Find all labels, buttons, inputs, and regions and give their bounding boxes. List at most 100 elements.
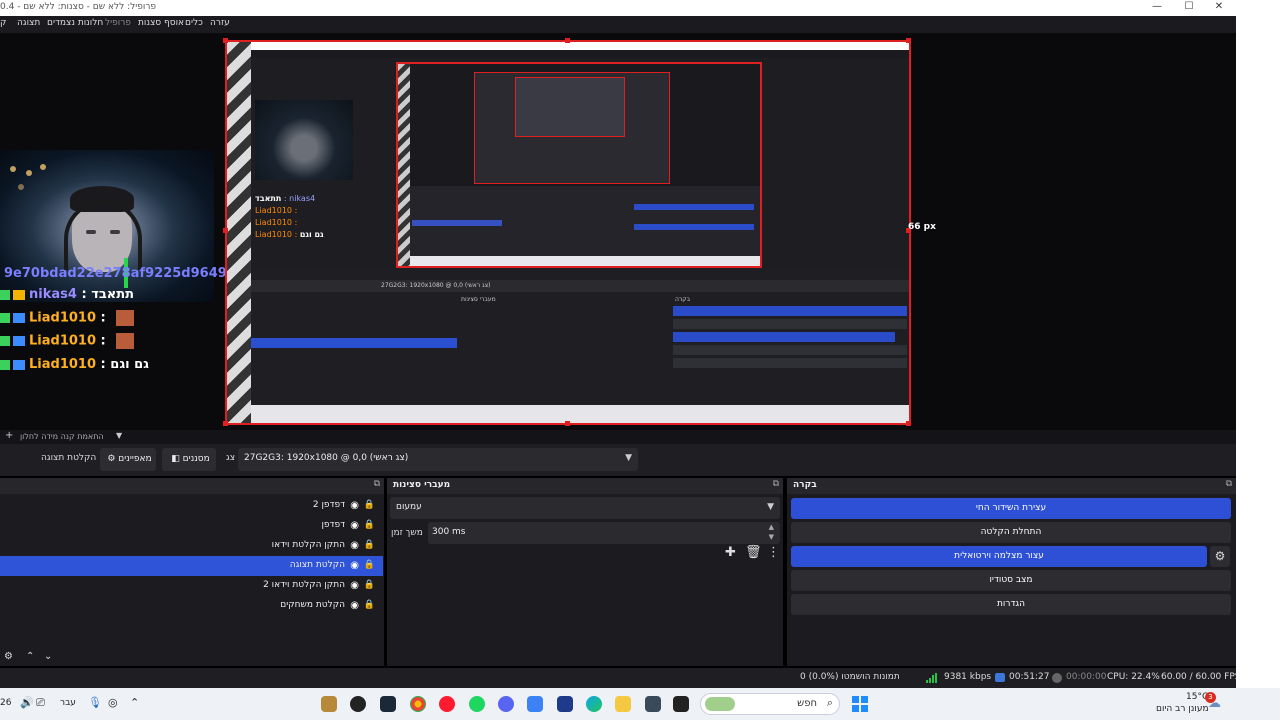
eye-icon[interactable]: ◉ (350, 560, 359, 571)
microphone-icon[interactable]: 🎙 (88, 696, 102, 709)
undock-icon[interactable]: ⧉ (374, 479, 380, 489)
stop-streaming-button[interactable]: עצירת השידור החי (791, 498, 1231, 519)
chat-line: Liad1010 : גם וגם (0, 357, 149, 372)
search-box[interactable]: חפש ⌕ (700, 693, 840, 715)
language-indicator[interactable]: עבר (60, 698, 76, 708)
gold-badge-icon (13, 289, 25, 300)
lock-icon[interactable]: 🔒 (364, 500, 375, 510)
source-row[interactable]: דפדפן 2 ◉ 🔒 (0, 496, 383, 516)
source-row-selected[interactable]: הקלטת תצוגה ◉ 🔒 (0, 556, 383, 576)
menu-profile[interactable]: פרופיל (105, 18, 131, 28)
stop-virtual-camera-button[interactable]: עצור מצלמה וירטואלית (791, 546, 1207, 567)
source-row[interactable]: דפדפן ◉ 🔒 (0, 516, 383, 536)
eye-icon[interactable]: ◉ (350, 600, 359, 611)
resize-handle[interactable] (565, 421, 570, 426)
eye-icon[interactable]: ◉ (350, 580, 359, 591)
app-icon[interactable] (527, 696, 543, 712)
menu-docks[interactable]: חלונות נצמדים (47, 18, 103, 28)
record-icon (1052, 673, 1062, 683)
opera-icon[interactable] (439, 696, 455, 712)
kick-badge-icon (0, 289, 10, 300)
gear-icon: ⚙ (107, 454, 116, 464)
properties-button[interactable]: ⚙ מאפיינים (100, 448, 156, 471)
edge-icon[interactable] (586, 696, 602, 712)
add-transition-icon[interactable]: ✚ (725, 545, 736, 560)
display-capture-source[interactable]: תתאבד : nikas4 Liad1010 : Liad1010 : Lia… (225, 40, 911, 425)
start-recording-button[interactable]: התחלת הקלטה (791, 522, 1231, 543)
chat-line: Liad1010 : (0, 333, 135, 349)
stream-time: 00:51:27 (1009, 672, 1050, 682)
weather-desc[interactable]: מעונן רב היום (1156, 704, 1209, 714)
virtual-camera-settings-icon[interactable]: ⚙ (1210, 546, 1230, 567)
menu-scene-collection[interactable]: אוסף סצנות (138, 18, 184, 28)
volume-icon[interactable]: 🔊 (20, 696, 34, 709)
network-icon[interactable]: ⎚ (36, 696, 45, 710)
resize-handle[interactable] (906, 38, 911, 43)
location-icon[interactable]: ◎ (108, 696, 118, 709)
studio-mode-button[interactable]: מצב סטודיו (791, 570, 1231, 591)
resize-handle[interactable] (906, 421, 911, 426)
menu-tools[interactable]: כלים (185, 18, 203, 28)
transition-type-select[interactable]: עמעום ▼ (390, 497, 780, 519)
undock-icon[interactable]: ⧉ (1226, 479, 1232, 489)
chevron-up-icon[interactable]: ⌃ (130, 696, 139, 709)
eye-icon[interactable]: ◉ (350, 500, 359, 511)
source-row[interactable]: הקלטת משחקים ◉ 🔒 (0, 596, 383, 616)
delete-icon[interactable]: 🗑 (745, 545, 762, 560)
more-options-icon[interactable]: ⋮ (767, 545, 780, 560)
lock-icon[interactable]: 🔒 (364, 560, 375, 570)
obs-icon[interactable] (350, 696, 366, 712)
eye-icon[interactable]: ◉ (350, 540, 359, 551)
terminal-icon[interactable] (673, 696, 689, 712)
discord-icon[interactable] (498, 696, 514, 712)
add-icon[interactable]: + (5, 430, 13, 441)
preview-area[interactable]: 9e70bdad22e278af9225d9649&amp; nikas4 : … (0, 33, 1236, 430)
undock-icon[interactable]: ⧉ (773, 479, 779, 489)
display-select[interactable]: 27G2G3: 1920x1080 @ 0,0 (צג ראשי) ▼ (238, 448, 638, 471)
move-down-icon[interactable]: ⌄ (44, 651, 52, 662)
source-settings-icon[interactable]: ⚙ (4, 651, 13, 662)
source-row[interactable]: התקן הקלטת וידאו ◉ 🔒 (0, 536, 383, 556)
spinner-icon[interactable]: ▲ ▼ (769, 522, 774, 542)
app-icon[interactable] (645, 696, 661, 712)
lock-icon[interactable]: 🔒 (364, 580, 375, 590)
menu-file[interactable]: ק (0, 18, 6, 28)
minimize-button[interactable]: — (1142, 0, 1172, 16)
source-row[interactable]: התקן הקלטת וידאו 2 ◉ 🔒 (0, 576, 383, 596)
settings-button[interactable]: הגדרות (791, 594, 1231, 615)
chat-line: Liad1010 : (0, 310, 135, 326)
spotify-icon[interactable] (469, 696, 485, 712)
lock-icon[interactable]: 🔒 (364, 600, 375, 610)
store-icon[interactable] (557, 696, 573, 712)
emote-icon (116, 310, 135, 326)
fps: 60.00 / 60.00 FPS (1161, 672, 1241, 682)
menu-help[interactable]: עזרה (210, 18, 230, 28)
eye-icon[interactable]: ◉ (350, 520, 359, 531)
app-icon[interactable] (321, 696, 337, 712)
resize-handle[interactable] (223, 421, 228, 426)
maximize-button[interactable]: ☐ (1174, 0, 1204, 16)
duration-input[interactable]: 300 ms ▲ ▼ (428, 522, 780, 544)
chrome-icon[interactable] (410, 696, 426, 712)
status-bar: 0 תמונות הושמטו (0.0%) 9381 kbps 00:51:2… (0, 668, 1240, 688)
sources-dock-header: ⧉ (0, 478, 384, 494)
blue-badge-icon (13, 359, 25, 370)
blue-badge-icon (13, 336, 25, 346)
menu-view[interactable]: תצוגה (17, 18, 40, 28)
source-toolbar: הקלטת תצוגה ⚙ מאפיינים ◧ מסננים צג 27G2G… (0, 444, 1236, 476)
resize-handle[interactable] (223, 228, 228, 233)
filters-button[interactable]: ◧ מסננים (162, 448, 216, 471)
lock-icon[interactable]: 🔒 (364, 520, 375, 530)
resize-handle[interactable] (223, 38, 228, 43)
move-up-icon[interactable]: ⌃ (26, 651, 34, 662)
file-explorer-icon[interactable] (615, 696, 631, 712)
lock-icon[interactable]: 🔒 (364, 540, 375, 550)
filter-icon: ◧ (171, 454, 180, 464)
steam-icon[interactable] (380, 696, 396, 712)
clock[interactable]: 26 (0, 698, 11, 708)
chevron-down-icon[interactable]: ▼ (116, 431, 122, 440)
windows-start-icon[interactable] (852, 696, 868, 712)
close-button[interactable]: ✕ (1204, 0, 1234, 16)
preview-substrip: + התאמת קנה מידה לחלון ▼ (0, 430, 1236, 444)
resize-handle[interactable] (565, 38, 570, 43)
